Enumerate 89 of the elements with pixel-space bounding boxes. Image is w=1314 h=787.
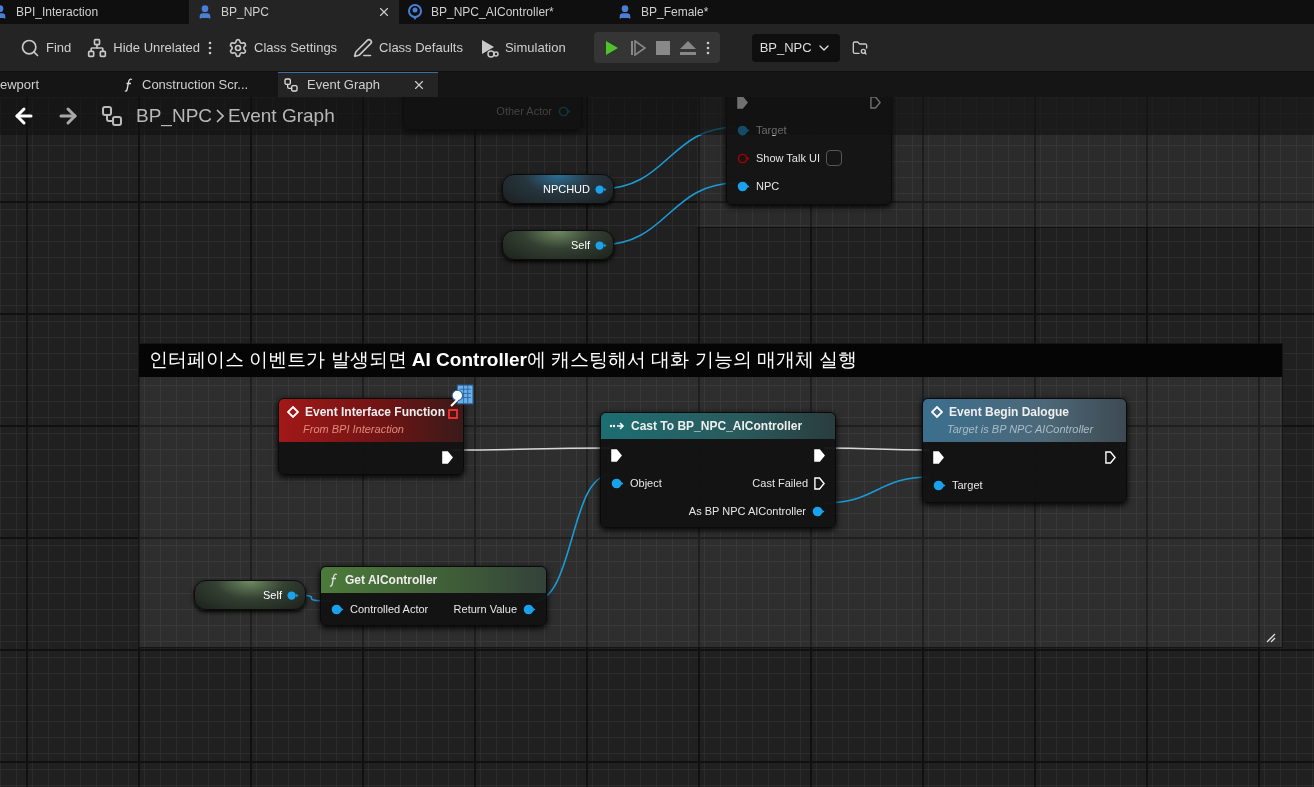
more-icon[interactable] xyxy=(208,40,212,55)
person-badge-icon xyxy=(407,4,423,20)
node-title: Event Interface Function xyxy=(305,404,446,421)
graph-node[interactable]: Get AIController Controlled Actor Return Value xyxy=(320,566,547,626)
step-icon[interactable] xyxy=(629,39,646,56)
tab-label: Event Graph xyxy=(307,76,381,95)
exec-pin-icon[interactable] xyxy=(1105,451,1116,464)
object-pin-icon[interactable] xyxy=(523,603,536,615)
graph-icon xyxy=(283,77,299,93)
graph-node[interactable]: Cast To BP_NPC_AIController Object Cast Failed As BP NPC AIController xyxy=(600,412,836,528)
chevron-icon xyxy=(216,109,225,123)
close-icon[interactable] xyxy=(377,5,391,19)
function-icon xyxy=(329,573,339,587)
interface-badge-icon xyxy=(449,384,474,407)
function-icon xyxy=(124,77,134,92)
tab-label: BP_NPC_AIController* xyxy=(431,4,555,21)
graph-tab[interactable]: Construction Scr... xyxy=(120,72,278,97)
toolbar-button[interactable]: Class Settings xyxy=(220,31,346,64)
object-pin-icon[interactable] xyxy=(594,183,607,195)
toolbar-button[interactable]: Find xyxy=(12,31,80,64)
pin-label: Object xyxy=(630,475,662,491)
play-icon[interactable] xyxy=(603,39,620,56)
object-pin-icon[interactable] xyxy=(286,589,299,601)
breadcrumb-item[interactable]: BP_NPC xyxy=(136,101,213,131)
resize-grip-icon[interactable] xyxy=(1266,633,1276,643)
toolbar-button[interactable]: Hide Unrelated xyxy=(79,31,208,64)
object-pin-icon[interactable] xyxy=(737,180,750,192)
pin-label: Controlled Actor xyxy=(350,601,429,617)
tab-label: ewport xyxy=(0,75,41,94)
person-icon xyxy=(197,4,213,20)
toolbar-button[interactable]: Class Defaults xyxy=(345,31,471,64)
more-icon[interactable] xyxy=(705,40,710,55)
interface-event-marker-icon xyxy=(448,409,458,419)
pin-label: Target xyxy=(952,478,983,494)
pin-label: Target xyxy=(756,122,787,138)
search-icon xyxy=(20,37,40,58)
stop-icon[interactable] xyxy=(655,40,670,55)
exec-pin-icon[interactable] xyxy=(442,451,453,464)
cast-arrow-icon xyxy=(609,421,625,431)
breadcrumb-item[interactable]: Event Graph xyxy=(228,101,335,131)
event-icon xyxy=(287,406,299,418)
tab-label: BP_Female* xyxy=(641,4,710,21)
object-pin-icon[interactable] xyxy=(594,239,607,251)
object-pin-icon[interactable] xyxy=(933,480,946,491)
node-subtitle: From BPI Interaction xyxy=(302,422,405,437)
graph-node[interactable]: Event Begin Dalogue Target is BP NPC AIController Target xyxy=(922,398,1127,503)
object-pin-icon[interactable] xyxy=(331,603,344,615)
graph-tab[interactable]: ewport xyxy=(0,72,120,97)
graph-canvas[interactable] xyxy=(0,97,1314,787)
tab-label: BPI_Interaction xyxy=(16,4,100,21)
pin-label: NPC xyxy=(756,178,780,194)
pin-label: Self xyxy=(263,587,282,603)
exec-pin-icon[interactable] xyxy=(814,448,825,462)
pin-label: As BP NPC AIController xyxy=(688,503,806,519)
pin-label: Show Talk UI xyxy=(756,150,820,166)
object-pin-icon[interactable] xyxy=(611,477,624,489)
graph-node[interactable]: Event Interface Function From BPI Interaction xyxy=(278,398,464,475)
checkbox[interactable] xyxy=(826,150,842,166)
exec-pin-icon[interactable] xyxy=(933,451,944,464)
folder-search-icon[interactable] xyxy=(851,39,868,56)
pin-label: Self xyxy=(571,237,590,253)
toolbar-button[interactable]: Simulation xyxy=(470,31,574,64)
variable-node[interactable]: Self xyxy=(194,580,306,610)
exec-pin-icon[interactable] xyxy=(611,448,622,462)
comment-text: 인터페이스 이벤트가 발생되면 AI Controller에 캐스팅해서 대화 기능의 매개체 실행 xyxy=(149,348,858,373)
debug-object-dropdown[interactable]: BP_NPC xyxy=(751,33,840,62)
close-icon[interactable] xyxy=(412,78,426,92)
variable-node[interactable]: NPCHUD xyxy=(502,174,614,204)
node-title: Event Begin Dalogue xyxy=(949,404,1070,421)
graph-tab[interactable]: Event Graph xyxy=(278,72,438,97)
variable-node[interactable]: Self xyxy=(502,230,614,260)
pin-label: Cast Failed xyxy=(752,475,808,491)
node-subtitle: Target is BP NPC AIController xyxy=(946,422,1095,437)
settings-icon xyxy=(228,37,248,58)
exec-pin-icon[interactable] xyxy=(814,476,825,490)
node-title: Get AIController xyxy=(345,572,438,589)
pin-label: NPCHUD xyxy=(542,181,590,197)
pin-label: Return Value xyxy=(453,601,517,617)
graph-node[interactable]: Target Show Talk UI NPC xyxy=(726,97,892,205)
document-tab[interactable]: BP_NPC xyxy=(189,0,399,24)
tab-label: BP_NPC xyxy=(221,4,271,21)
node-title: Cast To BP_NPC_AIController xyxy=(631,418,803,435)
graph-icon xyxy=(100,104,124,128)
eject-icon[interactable] xyxy=(679,40,696,55)
pen-icon xyxy=(353,37,374,58)
person-icon xyxy=(617,4,633,20)
object-pin-icon[interactable] xyxy=(812,505,825,517)
event-icon xyxy=(931,406,943,418)
tab-label: Construction Scr... xyxy=(142,75,250,94)
